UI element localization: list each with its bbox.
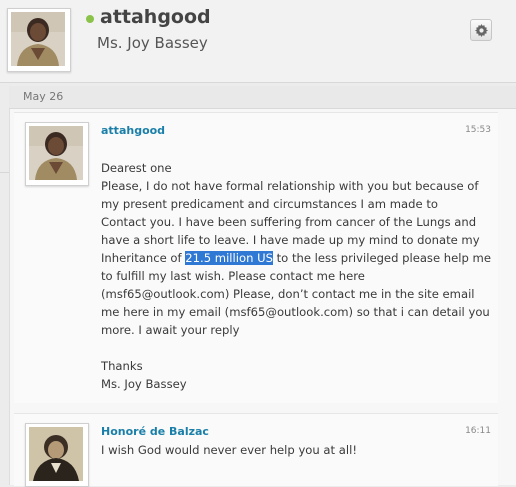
selected-text: 21.5 million US (185, 251, 273, 265)
contact-username: attahgood (100, 6, 211, 28)
message-time: 15:53 (465, 125, 491, 135)
sender-avatar[interactable] (25, 122, 89, 186)
sender-avatar-image (29, 126, 85, 182)
message-thanks: Thanks (101, 359, 143, 373)
settings-button[interactable] (470, 19, 492, 41)
contact-display-name: Ms. Joy Bassey (97, 34, 208, 52)
message-paragraph: Please, I do not have formal relationshi… (101, 179, 479, 211)
message-greeting: Dearest one (101, 161, 172, 175)
date-label: May 26 (23, 90, 64, 103)
message-body: Dearest one Please, I do not have formal… (101, 159, 493, 393)
message-item: Honoré de Balzac 16:11 I wish God would … (14, 413, 498, 487)
contact-avatar[interactable] (7, 8, 71, 72)
sender-avatar-image (29, 427, 85, 483)
contact-avatar-image (11, 12, 67, 68)
conversation-header: attahgood Ms. Joy Bassey (0, 0, 516, 83)
sender-name[interactable]: Honoré de Balzac (101, 425, 209, 438)
sender-name[interactable]: attahgood (101, 124, 165, 137)
message-item: attahgood 15:53 Dearest one Please, I do… (14, 112, 498, 403)
online-status-dot (86, 15, 94, 23)
message-body: I wish God would never ever help you at … (101, 443, 357, 457)
divider (0, 172, 9, 173)
gear-icon (474, 23, 488, 37)
message-time: 16:11 (465, 426, 491, 436)
sender-avatar[interactable] (25, 423, 89, 487)
date-separator: May 26 (9, 86, 516, 109)
message-signature: Ms. Joy Bassey (101, 377, 187, 391)
message-paragraph-2: Contact you. I have been suffering from … (101, 213, 493, 339)
